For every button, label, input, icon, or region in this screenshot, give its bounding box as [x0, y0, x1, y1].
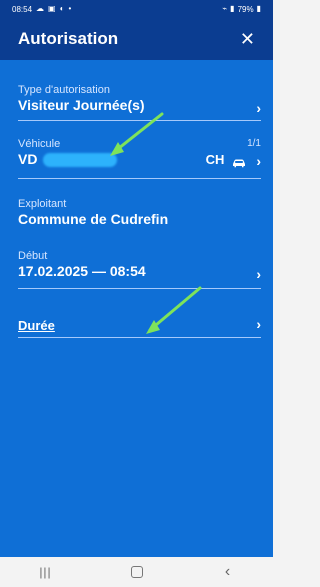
- country-code: CH: [205, 152, 225, 167]
- start-value: 17.02.2025 — 08:54: [18, 263, 146, 279]
- moon-icon: ◐: [59, 4, 65, 13]
- close-icon[interactable]: ✕: [240, 30, 255, 48]
- chevron-right-icon: ›: [256, 316, 261, 332]
- status-right: ⌁ ▮ 79% ▮: [222, 5, 261, 14]
- chevron-right-icon: ›: [256, 100, 261, 116]
- status-left: 08:54 ☁ ▣ ◐ •: [12, 5, 71, 14]
- plate-prefix: VD: [18, 151, 38, 167]
- start-label: Début: [18, 250, 48, 262]
- operator-label: Exploitant: [18, 198, 67, 210]
- home-button[interactable]: [112, 561, 162, 583]
- signal-icon: ▮: [230, 4, 235, 13]
- authorization-form: Type d'autorisation Visiteur Journée(s) …: [0, 60, 273, 557]
- page-title: Autorisation: [18, 29, 119, 48]
- annotation-arrow-icon: [110, 112, 164, 156]
- authorization-type-label: Type d'autorisation: [18, 84, 110, 96]
- operator-row: Exploitant Commune de Cudrefin: [18, 198, 261, 227]
- back-button[interactable]: ‹: [203, 561, 253, 583]
- system-nav-bar: ||| ‹: [0, 557, 273, 587]
- dot-icon: •: [68, 4, 72, 13]
- vehicle-country: CH: [206, 152, 247, 167]
- operator-value: Commune de Cudrefin: [18, 211, 169, 227]
- home-icon: [130, 566, 143, 578]
- start-row[interactable]: Début 17.02.2025 — 08:54 ›: [18, 250, 261, 282]
- divider: [18, 178, 261, 179]
- top-bar: Autorisation ✕: [0, 18, 273, 60]
- status-time: 08:54: [12, 4, 33, 14]
- car-icon: [231, 156, 247, 167]
- chevron-right-icon: ›: [256, 153, 261, 169]
- annotation-arrow-icon: [146, 286, 202, 334]
- back-icon: ‹: [224, 563, 231, 580]
- recent-apps-icon: |||: [39, 565, 52, 579]
- battery-percent: 79%: [237, 4, 254, 14]
- app-window: 08:54 ☁ ▣ ◐ • ⌁ ▮ 79% ▮ Autorisation ✕ T…: [0, 0, 273, 587]
- recent-apps-button[interactable]: |||: [21, 561, 71, 583]
- cloud-icon: ☁: [36, 4, 45, 13]
- battery-icon: ▮: [256, 4, 261, 13]
- status-bar: 08:54 ☁ ▣ ◐ • ⌁ ▮ 79% ▮: [0, 0, 273, 18]
- linkedin-icon: ▣: [48, 4, 56, 13]
- wifi-icon: ⌁: [222, 4, 228, 13]
- chevron-right-icon: ›: [256, 266, 261, 282]
- vehicle-count: 1/1: [247, 138, 261, 149]
